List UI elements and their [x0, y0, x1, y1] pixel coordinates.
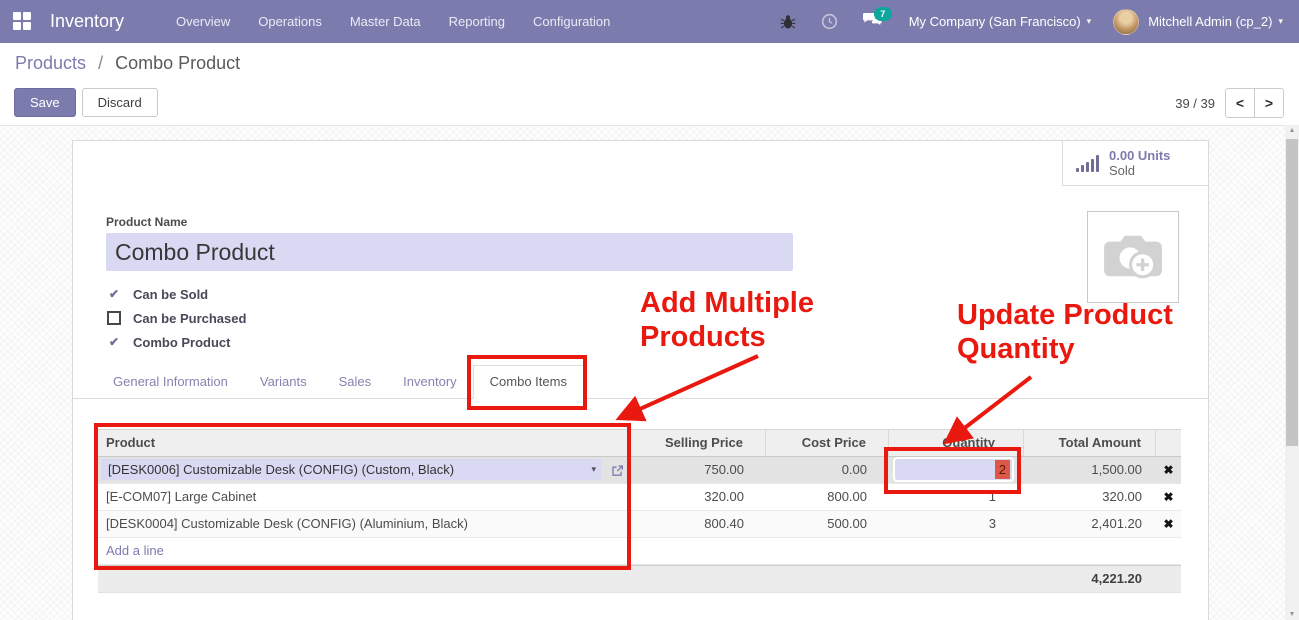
header-delete-column — [1156, 430, 1181, 456]
message-count-badge: 7 — [874, 7, 892, 21]
chevron-down-icon: ▾ — [1087, 16, 1092, 27]
form-sheet: 0.00 Units Sold Product Name Combo Produ… — [72, 140, 1209, 620]
breadcrumb-products-link[interactable]: Products — [15, 53, 86, 73]
company-switcher[interactable]: My Company (San Francisco) ▾ — [909, 14, 1091, 29]
cell-selling-price[interactable]: 750.00 — [631, 457, 766, 483]
product-name-input[interactable]: Combo Product — [106, 233, 793, 271]
apps-grid-icon[interactable] — [13, 12, 32, 31]
table-header-row: Product Selling Price Cost Price Quantit… — [98, 429, 1181, 457]
tab-combo-items[interactable]: Combo Items — [473, 365, 584, 399]
cell-quantity: 2 — [889, 457, 1024, 483]
cell-quantity[interactable]: 1 — [889, 484, 1024, 510]
unchecked-checkbox-icon[interactable] — [107, 311, 121, 325]
pager-previous-button[interactable]: < — [1226, 89, 1254, 117]
messages-icon[interactable]: 7 — [862, 12, 883, 31]
table-row[interactable]: [DESK0004] Customizable Desk (CONFIG) (A… — [98, 511, 1181, 538]
cell-product[interactable]: [DESK0004] Customizable Desk (CONFIG) (A… — [98, 511, 631, 537]
cell-quantity[interactable]: 3 — [889, 511, 1024, 537]
header-quantity[interactable]: Quantity — [889, 430, 1024, 456]
record-pager: 39 / 39 < > — [1175, 88, 1284, 118]
menu-operations[interactable]: Operations — [244, 0, 336, 43]
table-footer-row: 4,221.20 — [98, 565, 1181, 593]
cell-cost-price[interactable]: 800.00 — [766, 484, 889, 510]
breadcrumb: Products / Combo Product — [15, 53, 240, 74]
delete-row-icon[interactable]: ✖ — [1163, 490, 1173, 504]
breadcrumb-separator: / — [98, 53, 103, 73]
table-row[interactable]: [E-COM07] Large Cabinet 320.00 800.00 1 … — [98, 484, 1181, 511]
combo-items-table: Product Selling Price Cost Price Quantit… — [98, 429, 1181, 593]
tab-general-information[interactable]: General Information — [97, 365, 244, 398]
cell-total-amount: 320.00 — [1024, 484, 1156, 510]
bar-chart-icon — [1076, 154, 1099, 172]
cell-cost-price[interactable]: 0.00 — [766, 457, 889, 483]
menu-reporting[interactable]: Reporting — [435, 0, 519, 43]
discard-button[interactable]: Discard — [82, 88, 158, 117]
product-image-upload[interactable] — [1087, 211, 1179, 303]
camera-plus-icon — [1102, 230, 1164, 284]
dropdown-caret-icon[interactable]: ▾ — [591, 459, 596, 480]
tab-variants[interactable]: Variants — [244, 365, 323, 398]
header-product[interactable]: Product — [98, 430, 631, 456]
pager-counter: 39 / 39 — [1175, 96, 1215, 111]
cell-total-amount: 2,401.20 — [1024, 511, 1156, 537]
add-line-row: Add a line — [98, 538, 1181, 565]
menu-overview[interactable]: Overview — [162, 0, 244, 43]
header-total-amount[interactable]: Total Amount — [1024, 430, 1156, 456]
grand-total: 4,221.20 — [1024, 566, 1156, 592]
scroll-up-icon[interactable]: ▲ — [1285, 127, 1299, 134]
checkbox-can-be-sold[interactable]: ✔ Can be Sold — [106, 282, 246, 306]
vertical-scrollbar[interactable]: ▲ ▼ — [1285, 125, 1299, 620]
tab-sales[interactable]: Sales — [323, 365, 388, 398]
menu-configuration[interactable]: Configuration — [519, 0, 624, 43]
debug-bug-icon[interactable] — [778, 12, 798, 32]
cell-product[interactable]: [E-COM07] Large Cabinet — [98, 484, 631, 510]
header-cost-price[interactable]: Cost Price — [766, 430, 889, 456]
checked-checkbox-icon[interactable]: ✔ — [106, 286, 122, 302]
checkbox-can-be-purchased[interactable]: Can be Purchased — [106, 306, 246, 330]
odoo-inventory-screen: Inventory Overview Operations Master Dat… — [0, 0, 1299, 620]
checked-checkbox-icon[interactable]: ✔ — [106, 334, 122, 350]
delete-row-icon[interactable]: ✖ — [1163, 463, 1173, 477]
product-name-label: Product Name — [106, 215, 187, 229]
selected-quantity-text: 2 — [995, 460, 1010, 479]
external-link-icon[interactable] — [610, 461, 624, 475]
cell-selling-price[interactable]: 320.00 — [631, 484, 766, 510]
control-panel: Products / Combo Product Save Discard 39… — [0, 43, 1299, 126]
user-menu[interactable]: Mitchell Admin (cp_2) ▾ — [1148, 14, 1283, 29]
notebook-tabs: General Information Variants Sales Inven… — [73, 365, 1208, 399]
units-sold-stat-button[interactable]: 0.00 Units Sold — [1062, 141, 1208, 186]
activities-clock-icon[interactable] — [820, 12, 840, 32]
header-selling-price[interactable]: Selling Price — [631, 430, 766, 456]
cell-total-amount: 1,500.00 — [1024, 457, 1156, 483]
cell-selling-price[interactable]: 800.40 — [631, 511, 766, 537]
user-avatar[interactable] — [1113, 9, 1139, 35]
chevron-down-icon: ▾ — [1278, 16, 1283, 27]
stat-label: Sold — [1109, 163, 1170, 178]
table-row[interactable]: [DESK0006] Customizable Desk (CONFIG) (C… — [98, 457, 1181, 484]
quantity-input[interactable]: 2 — [895, 459, 1012, 480]
cell-cost-price[interactable]: 500.00 — [766, 511, 889, 537]
add-a-line-link[interactable]: Add a line — [98, 538, 164, 564]
form-view-background: 0.00 Units Sold Product Name Combo Produ… — [0, 125, 1285, 620]
product-many2one-input[interactable]: [DESK0006] Customizable Desk (CONFIG) (C… — [101, 459, 601, 480]
delete-row-icon[interactable]: ✖ — [1163, 517, 1173, 531]
pager-next-button[interactable]: > — [1254, 89, 1283, 117]
scroll-down-icon[interactable]: ▼ — [1285, 611, 1299, 618]
tab-inventory[interactable]: Inventory — [387, 365, 472, 398]
scrollbar-thumb[interactable] — [1286, 139, 1298, 446]
menu-master-data[interactable]: Master Data — [336, 0, 435, 43]
stat-value: 0.00 Units — [1109, 148, 1170, 163]
main-menu: Overview Operations Master Data Reportin… — [162, 0, 624, 43]
product-flags: ✔ Can be Sold Can be Purchased ✔ Combo P… — [106, 282, 246, 354]
top-navbar: Inventory Overview Operations Master Dat… — [0, 0, 1299, 43]
breadcrumb-current: Combo Product — [115, 53, 240, 73]
app-name[interactable]: Inventory — [50, 11, 124, 32]
checkbox-combo-product[interactable]: ✔ Combo Product — [106, 330, 246, 354]
navbar-systray: 7 My Company (San Francisco) ▾ Mitchell … — [778, 9, 1283, 35]
save-button[interactable]: Save — [14, 88, 76, 117]
